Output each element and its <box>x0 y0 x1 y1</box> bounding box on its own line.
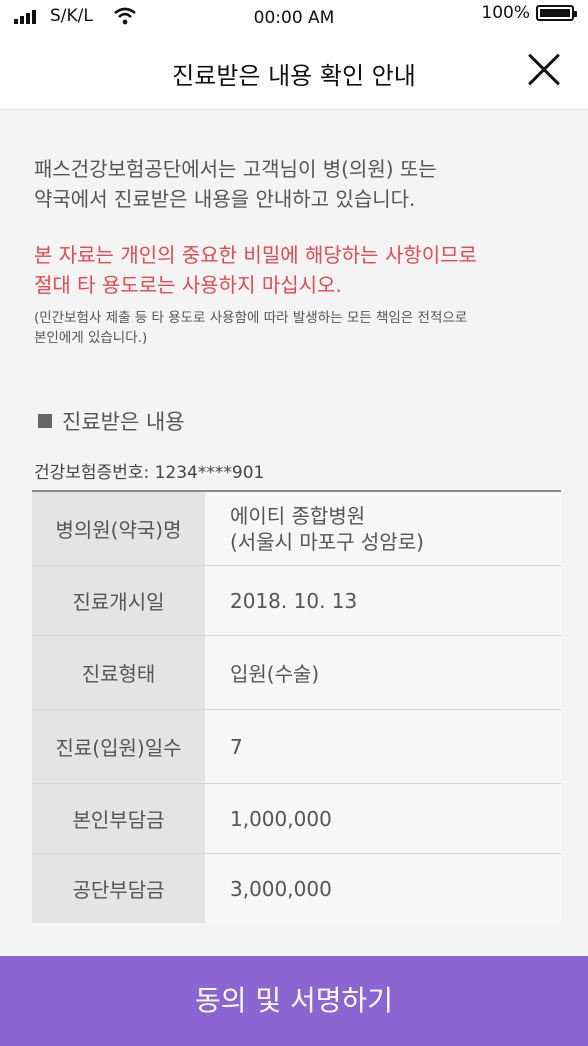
detail-table: 병의원(약국)명 에이티 종합병원 (서울시 마포구 성암로) 진료개시일 20… <box>32 490 561 923</box>
section-heading: 진료받은 내용 <box>38 406 185 436</box>
row-value: 7 <box>205 709 561 784</box>
notice-text: (민간보험사 제출 등 타 용도로 사용함에 따라 발생하는 모든 책임은 전적… <box>34 308 564 348</box>
agree-and-sign-button[interactable]: 동의 및 서명하기 <box>0 956 588 1046</box>
table-row: 공단부담금 3,000,000 <box>32 853 561 923</box>
insurance-number: 건강보험증번호: 1234****901 <box>34 463 265 483</box>
row-key: 진료개시일 <box>32 565 205 636</box>
table-row: 병의원(약국)명 에이티 종합병원 (서울시 마포구 성암로) <box>32 491 561 566</box>
row-value: 에이티 종합병원 (서울시 마포구 성암로) <box>205 491 561 566</box>
row-value: 1,000,000 <box>205 783 561 854</box>
row-key: 진료형태 <box>32 635 205 710</box>
table-row: 진료(입원)일수 7 <box>32 709 561 784</box>
bullet-square-icon <box>38 414 52 428</box>
row-value-line-2: (서울시 마포구 성암로) <box>230 529 424 554</box>
page-title: 진료받은 내용 확인 안내 <box>172 62 416 90</box>
battery-percent: 100% <box>481 3 530 23</box>
header: 진료받은 내용 확인 안내 <box>0 34 588 110</box>
row-value: 입원(수술) <box>205 635 561 710</box>
table-row: 진료형태 입원(수술) <box>32 635 561 710</box>
warning-line-1: 본 자료는 개인의 중요한 비밀에 해당하는 사항이므로 <box>34 243 477 267</box>
row-value: 2018. 10. 13 <box>205 565 561 636</box>
close-icon[interactable] <box>526 52 562 88</box>
row-value-line-1: 에이티 종합병원 <box>230 503 366 528</box>
row-key: 진료(입원)일수 <box>32 709 205 784</box>
intro-line-2: 약국에서 진료받은 내용을 안내하고 있습니다. <box>34 187 416 211</box>
row-key: 본인부담금 <box>32 783 205 854</box>
intro-line-1: 패스건강보험공단에서는 고객님이 병(의원) 또는 <box>34 157 437 181</box>
content-area: 패스건강보험공단에서는 고객님이 병(의원) 또는 약국에서 진료받은 내용을 … <box>0 110 588 956</box>
status-right: 100% <box>481 3 577 23</box>
row-key: 병의원(약국)명 <box>32 491 205 566</box>
table-row: 본인부담금 1,000,000 <box>32 783 561 854</box>
notice-line-2: 본인에게 있습니다.) <box>34 330 148 346</box>
row-key: 공단부담금 <box>32 853 205 923</box>
section-title: 진료받은 내용 <box>62 410 185 434</box>
warning-line-2: 절대 타 용도로는 사용하지 마십시오. <box>34 273 342 297</box>
notice-line-1: (민간보험사 제출 등 타 용도로 사용함에 따라 발생하는 모든 책임은 전적… <box>34 310 468 326</box>
warning-text: 본 자료는 개인의 중요한 비밀에 해당하는 사항이므로 절대 타 용도로는 사… <box>34 240 564 300</box>
intro-text: 패스건강보험공단에서는 고객님이 병(의원) 또는 약국에서 진료받은 내용을 … <box>34 154 564 214</box>
row-value: 3,000,000 <box>205 853 561 923</box>
status-bar: S/K/L 00:00 AM 100% <box>0 0 588 34</box>
table-row: 진료개시일 2018. 10. 13 <box>32 565 561 636</box>
battery-icon <box>536 5 577 21</box>
